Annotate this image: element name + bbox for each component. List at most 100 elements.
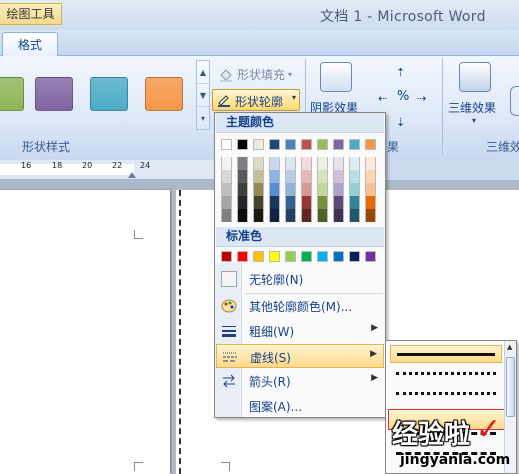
theme-color-shade-swatch[interactable]: [349, 209, 360, 222]
standard-color-swatch[interactable]: [301, 251, 312, 262]
standard-color-swatch[interactable]: [333, 251, 344, 262]
three-d-effects-icon[interactable]: [459, 62, 491, 92]
theme-color-swatch[interactable]: [301, 139, 312, 150]
menu-item-no-outline[interactable]: 无轮廓(N): [216, 267, 384, 291]
theme-color-swatch[interactable]: [365, 139, 376, 150]
nudge-up-icon[interactable]: ⇡: [396, 66, 405, 79]
theme-color-shade-swatch[interactable]: [301, 183, 312, 196]
standard-color-swatch[interactable]: [317, 251, 328, 262]
gallery-down-icon[interactable]: ▼: [197, 84, 209, 107]
theme-color-shade-swatch[interactable]: [317, 157, 328, 170]
theme-color-shade-swatch[interactable]: [301, 209, 312, 222]
theme-color-shade-swatch[interactable]: [349, 157, 360, 170]
shadow-effects-icon[interactable]: [320, 62, 352, 92]
theme-color-shade-swatch[interactable]: [301, 170, 312, 183]
shape-style-green[interactable]: [0, 77, 24, 111]
menu-item-pattern[interactable]: 图案(A)...: [216, 394, 384, 418]
standard-color-swatch[interactable]: [221, 251, 232, 262]
theme-color-shade-swatch[interactable]: [237, 196, 248, 209]
theme-color-swatch[interactable]: [285, 139, 296, 150]
theme-color-swatch[interactable]: [317, 139, 328, 150]
theme-color-shade-swatch[interactable]: [221, 196, 232, 209]
toggle-shadow-icon[interactable]: %: [397, 89, 409, 104]
theme-color-shade-swatch[interactable]: [253, 170, 264, 183]
theme-color-shade-swatch[interactable]: [285, 170, 296, 183]
theme-color-shade-swatch[interactable]: [301, 196, 312, 209]
theme-color-shade-swatch[interactable]: [237, 183, 248, 196]
theme-color-shade-swatch[interactable]: [333, 196, 344, 209]
indent-marker[interactable]: [128, 172, 136, 178]
theme-color-shade-swatch[interactable]: [269, 157, 280, 170]
theme-color-shade-swatch[interactable]: [333, 170, 344, 183]
shape-styles-gallery-scroll[interactable]: ▲ ▼ ▾: [196, 60, 210, 130]
shape-fill-button[interactable]: 形状填充 ▾: [218, 66, 292, 83]
theme-color-shade-swatch[interactable]: [221, 209, 232, 222]
standard-color-swatch[interactable]: [253, 251, 264, 262]
theme-color-shade-swatch[interactable]: [221, 170, 232, 183]
theme-color-shade-swatch[interactable]: [253, 157, 264, 170]
theme-color-shade-swatch[interactable]: [285, 157, 296, 170]
dash-option-round-dot[interactable]: [390, 365, 502, 383]
theme-color-shade-swatch[interactable]: [301, 157, 312, 170]
theme-color-shade-swatch[interactable]: [253, 196, 264, 209]
theme-color-swatch[interactable]: [253, 139, 264, 150]
standard-color-swatch[interactable]: [269, 251, 280, 262]
theme-color-shade-swatch[interactable]: [365, 196, 376, 209]
standard-color-swatch[interactable]: [285, 251, 296, 262]
theme-color-shade-swatch[interactable]: [333, 209, 344, 222]
theme-color-shade-swatch[interactable]: [253, 209, 264, 222]
shape-style-purple[interactable]: [35, 77, 73, 111]
theme-color-shade-swatch[interactable]: [365, 183, 376, 196]
menu-item-dashes[interactable]: 虚线(S) ▶: [216, 344, 384, 368]
dashed-shape-outline[interactable]: [179, 190, 181, 474]
shape-style-teal[interactable]: [90, 77, 128, 111]
theme-color-shade-swatch[interactable]: [349, 183, 360, 196]
gallery-up-icon[interactable]: ▲: [197, 61, 209, 84]
theme-color-shade-swatch[interactable]: [333, 183, 344, 196]
theme-color-shade-swatch[interactable]: [269, 209, 280, 222]
three-d-tilt-icon[interactable]: [510, 86, 519, 116]
scroll-up-icon[interactable]: ▲: [507, 343, 512, 351]
theme-color-shade-swatch[interactable]: [269, 170, 280, 183]
theme-color-shade-swatch[interactable]: [365, 209, 376, 222]
theme-color-shade-swatch[interactable]: [237, 209, 248, 222]
theme-color-swatch[interactable]: [237, 139, 248, 150]
shape-style-orange[interactable]: [145, 77, 183, 111]
theme-color-shade-swatch[interactable]: [317, 209, 328, 222]
theme-color-shade-swatch[interactable]: [333, 157, 344, 170]
nudge-right-icon[interactable]: ⇢: [417, 92, 426, 105]
standard-color-swatch[interactable]: [237, 251, 248, 262]
dash-option-solid[interactable]: [390, 345, 502, 363]
theme-color-shade-swatch[interactable]: [269, 196, 280, 209]
scrollbar-thumb[interactable]: [506, 357, 515, 417]
theme-color-swatch[interactable]: [221, 139, 232, 150]
tab-format[interactable]: 格式: [2, 32, 58, 57]
theme-color-shade-swatch[interactable]: [349, 196, 360, 209]
page-left[interactable]: [0, 190, 170, 474]
dash-option-square-dot[interactable]: [390, 385, 502, 403]
theme-color-shade-swatch[interactable]: [221, 157, 232, 170]
theme-color-swatch[interactable]: [349, 139, 360, 150]
standard-color-swatch[interactable]: [365, 251, 376, 262]
theme-color-shade-swatch[interactable]: [221, 183, 232, 196]
theme-color-shade-swatch[interactable]: [317, 196, 328, 209]
theme-color-shade-swatch[interactable]: [349, 170, 360, 183]
theme-color-shade-swatch[interactable]: [317, 170, 328, 183]
menu-item-weight[interactable]: 粗细(W) ▶: [216, 319, 384, 343]
gallery-more-icon[interactable]: ▾: [197, 107, 209, 130]
standard-color-swatch[interactable]: [349, 251, 360, 262]
shape-outline-button[interactable]: 形状轮廓 ▾: [212, 89, 300, 111]
theme-color-shade-swatch[interactable]: [237, 170, 248, 183]
menu-item-more-outline-colors[interactable]: 其他轮廓颜色(M)...: [216, 294, 384, 318]
nudge-down-icon[interactable]: ⇣: [396, 116, 405, 129]
theme-color-shade-swatch[interactable]: [253, 183, 264, 196]
theme-color-swatch[interactable]: [333, 139, 344, 150]
theme-color-shade-swatch[interactable]: [317, 183, 328, 196]
theme-color-shade-swatch[interactable]: [365, 157, 376, 170]
nudge-left-icon[interactable]: ⇠: [378, 92, 387, 105]
theme-color-shade-swatch[interactable]: [365, 170, 376, 183]
theme-color-shade-swatch[interactable]: [269, 183, 280, 196]
menu-item-arrows[interactable]: 箭头(R) ▶: [216, 369, 384, 393]
theme-color-shade-swatch[interactable]: [285, 209, 296, 222]
theme-color-shade-swatch[interactable]: [285, 183, 296, 196]
